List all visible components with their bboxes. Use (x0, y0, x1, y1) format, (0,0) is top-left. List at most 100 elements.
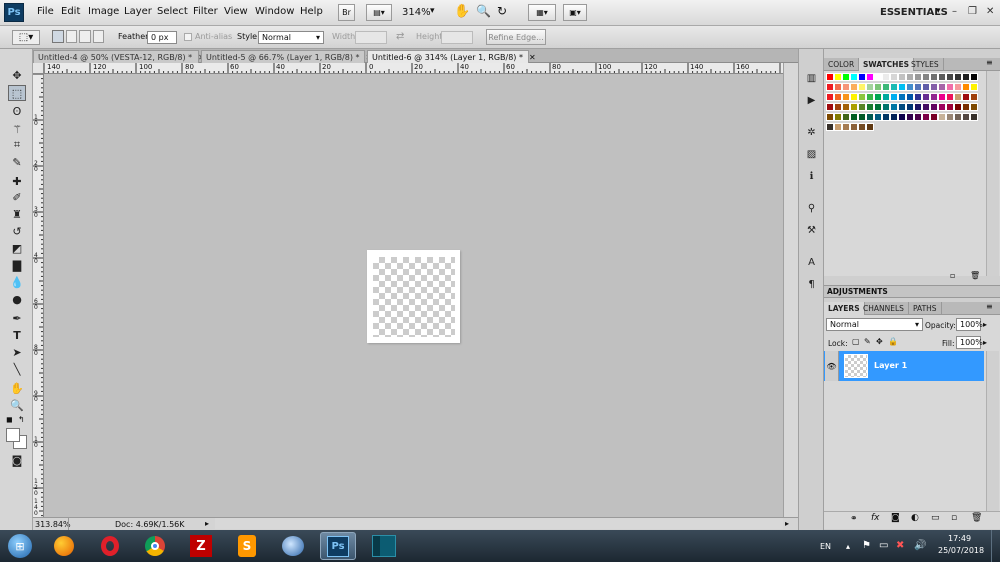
clone-stamp-tool-icon[interactable]: ♜ (8, 206, 26, 222)
color-swatch[interactable] (882, 73, 890, 81)
layer-style-icon[interactable]: fx (871, 513, 880, 523)
color-swatch[interactable] (826, 113, 834, 121)
paragraph-icon[interactable]: ¶ (804, 277, 819, 291)
lock-position-icon[interactable]: ✥ (876, 337, 883, 346)
color-swatch[interactable] (906, 93, 914, 101)
status-zoom[interactable]: 313.84% (35, 520, 71, 529)
lock-transparent-icon[interactable]: ▢ (852, 337, 860, 346)
flag-icon[interactable]: ⚑ (862, 540, 871, 551)
subtract-selection-icon[interactable] (79, 30, 91, 43)
layer-row-layer-1[interactable]: 👁 Layer 1 (824, 351, 984, 381)
color-swatch[interactable] (962, 103, 970, 111)
language-indicator[interactable]: EN (820, 542, 831, 551)
zoom-icon[interactable]: 🔍 (476, 4, 491, 18)
taskbar-sublime[interactable]: S (229, 532, 265, 560)
color-swatch[interactable] (922, 113, 930, 121)
color-swatch[interactable] (866, 103, 874, 111)
color-swatch[interactable] (898, 73, 906, 81)
clock-time[interactable]: 17:49 (948, 534, 971, 543)
color-swatch[interactable] (834, 93, 842, 101)
view-extras-dropdown[interactable]: ▤▾ (366, 4, 392, 21)
color-swatch[interactable] (970, 93, 978, 101)
color-swatch[interactable] (826, 83, 834, 91)
status-menu-icon[interactable]: ▸ (205, 519, 209, 528)
tab-paths[interactable]: PATHS (909, 302, 942, 315)
new-group-icon[interactable]: ▭ (931, 513, 940, 523)
color-swatch[interactable] (914, 93, 922, 101)
menu-filter[interactable]: Filter (193, 6, 218, 17)
layers-panel-menu-icon[interactable]: ≡ (986, 302, 993, 311)
eraser-tool-icon[interactable]: ◩ (8, 240, 26, 256)
crop-tool-icon[interactable]: ⌗ (8, 137, 26, 153)
color-swatch[interactable] (866, 123, 874, 131)
arrange-documents-dropdown[interactable]: ▦▾ (528, 4, 556, 21)
close-icon[interactable]: ✕ (986, 6, 994, 17)
adjustments-panel-header[interactable]: ADJUSTMENTS (824, 285, 1000, 298)
taskbar-app[interactable] (366, 532, 402, 560)
vertical-scrollbar[interactable] (783, 63, 798, 517)
color-swatch[interactable] (890, 83, 898, 91)
histogram-icon[interactable]: ▥ (804, 71, 819, 85)
color-swatch[interactable] (954, 83, 962, 91)
type-tool-icon[interactable]: T (8, 327, 26, 343)
taskbar-chrome[interactable] (137, 532, 173, 560)
color-swatch[interactable] (850, 123, 858, 131)
color-swatch[interactable] (850, 93, 858, 101)
color-swatch[interactable] (850, 83, 858, 91)
volume-icon[interactable]: 🔊 (914, 540, 926, 551)
horizontal-scrollbar[interactable] (215, 518, 783, 529)
color-swatch[interactable] (842, 83, 850, 91)
color-swatch[interactable] (962, 83, 970, 91)
color-swatch[interactable] (882, 93, 890, 101)
color-swatch[interactable] (834, 123, 842, 131)
opacity-slider-icon[interactable]: ▸ (983, 320, 987, 329)
color-swatch[interactable] (930, 83, 938, 91)
adjustment-layer-icon[interactable]: ◐ (911, 513, 919, 523)
menu-layer[interactable]: Layer (124, 6, 152, 17)
tool-preset-picker[interactable]: ⬚▾ (12, 30, 40, 45)
actions-icon[interactable]: ▶ (804, 93, 819, 107)
color-swatch[interactable] (898, 103, 906, 111)
marquee-tool-icon[interactable]: ⬚ (8, 85, 26, 101)
color-swatch[interactable] (962, 73, 970, 81)
color-swatch[interactable] (946, 73, 954, 81)
antialias-checkbox[interactable] (184, 33, 192, 41)
color-swatch[interactable] (850, 113, 858, 121)
color-swatch[interactable] (834, 113, 842, 121)
color-swatch[interactable] (914, 73, 922, 81)
path-selection-tool-icon[interactable]: ➤ (8, 344, 26, 360)
color-swatch[interactable] (842, 103, 850, 111)
ruler-origin[interactable] (33, 63, 44, 74)
character-icon[interactable]: A (804, 255, 819, 269)
clock-date[interactable]: 25/07/2018 (938, 546, 984, 555)
color-swatch[interactable] (826, 103, 834, 111)
doc-tab-untitled-4[interactable]: Untitled-4 @ 50% (VESTA-12, RGB/8) *✕ (33, 50, 205, 63)
color-swatch[interactable] (962, 93, 970, 101)
brush-tool-icon[interactable]: ✐ (8, 189, 26, 205)
color-swatch[interactable] (842, 123, 850, 131)
show-desktop-button[interactable] (991, 530, 1000, 562)
dodge-tool-icon[interactable]: ● (8, 291, 26, 307)
color-swatch[interactable] (898, 93, 906, 101)
lock-image-icon[interactable]: ✎ (864, 337, 871, 346)
layer-mask-icon[interactable]: ◙ (891, 513, 900, 523)
color-swatch[interactable] (946, 93, 954, 101)
quick-mask-icon[interactable]: ◙ (8, 452, 26, 468)
menu-window[interactable]: Window (255, 6, 294, 17)
color-swatch[interactable] (834, 73, 842, 81)
color-swatch[interactable] (842, 113, 850, 121)
color-swatch[interactable] (922, 73, 930, 81)
color-swatch[interactable] (834, 103, 842, 111)
new-layer-icon[interactable]: ▫ (951, 513, 957, 523)
color-swatch[interactable] (858, 113, 866, 121)
style-select[interactable]: Normal ▾ (258, 31, 324, 44)
color-swatch[interactable] (858, 83, 866, 91)
visibility-eye-icon[interactable]: 👁 (825, 351, 839, 381)
color-swatch[interactable] (874, 73, 882, 81)
swatches-scrollbar[interactable] (986, 71, 999, 276)
show-hidden-icons[interactable]: ▴ (846, 542, 850, 551)
color-swatch[interactable] (826, 73, 834, 81)
gradient-tool-icon[interactable]: ▇ (8, 257, 26, 273)
add-selection-icon[interactable] (65, 30, 77, 43)
color-swatch[interactable] (914, 103, 922, 111)
